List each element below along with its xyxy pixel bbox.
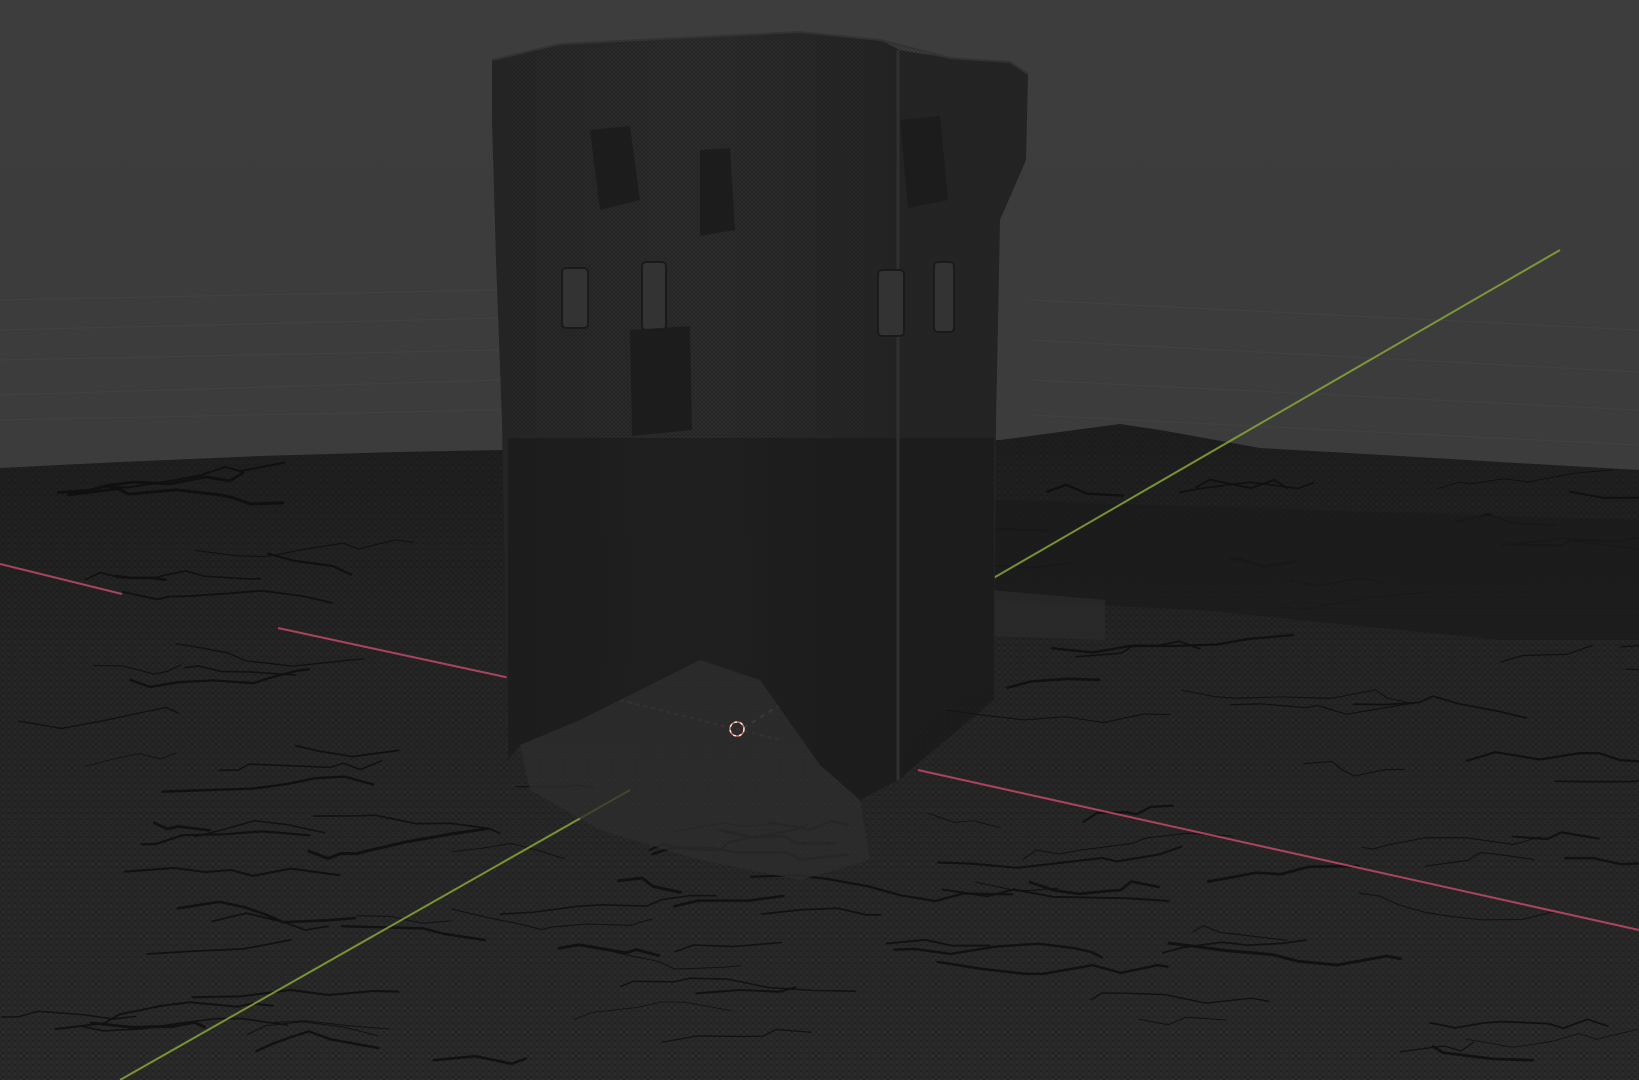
- viewport-canvas[interactable]: [0, 0, 1639, 1080]
- 3d-viewport[interactable]: [0, 0, 1639, 1080]
